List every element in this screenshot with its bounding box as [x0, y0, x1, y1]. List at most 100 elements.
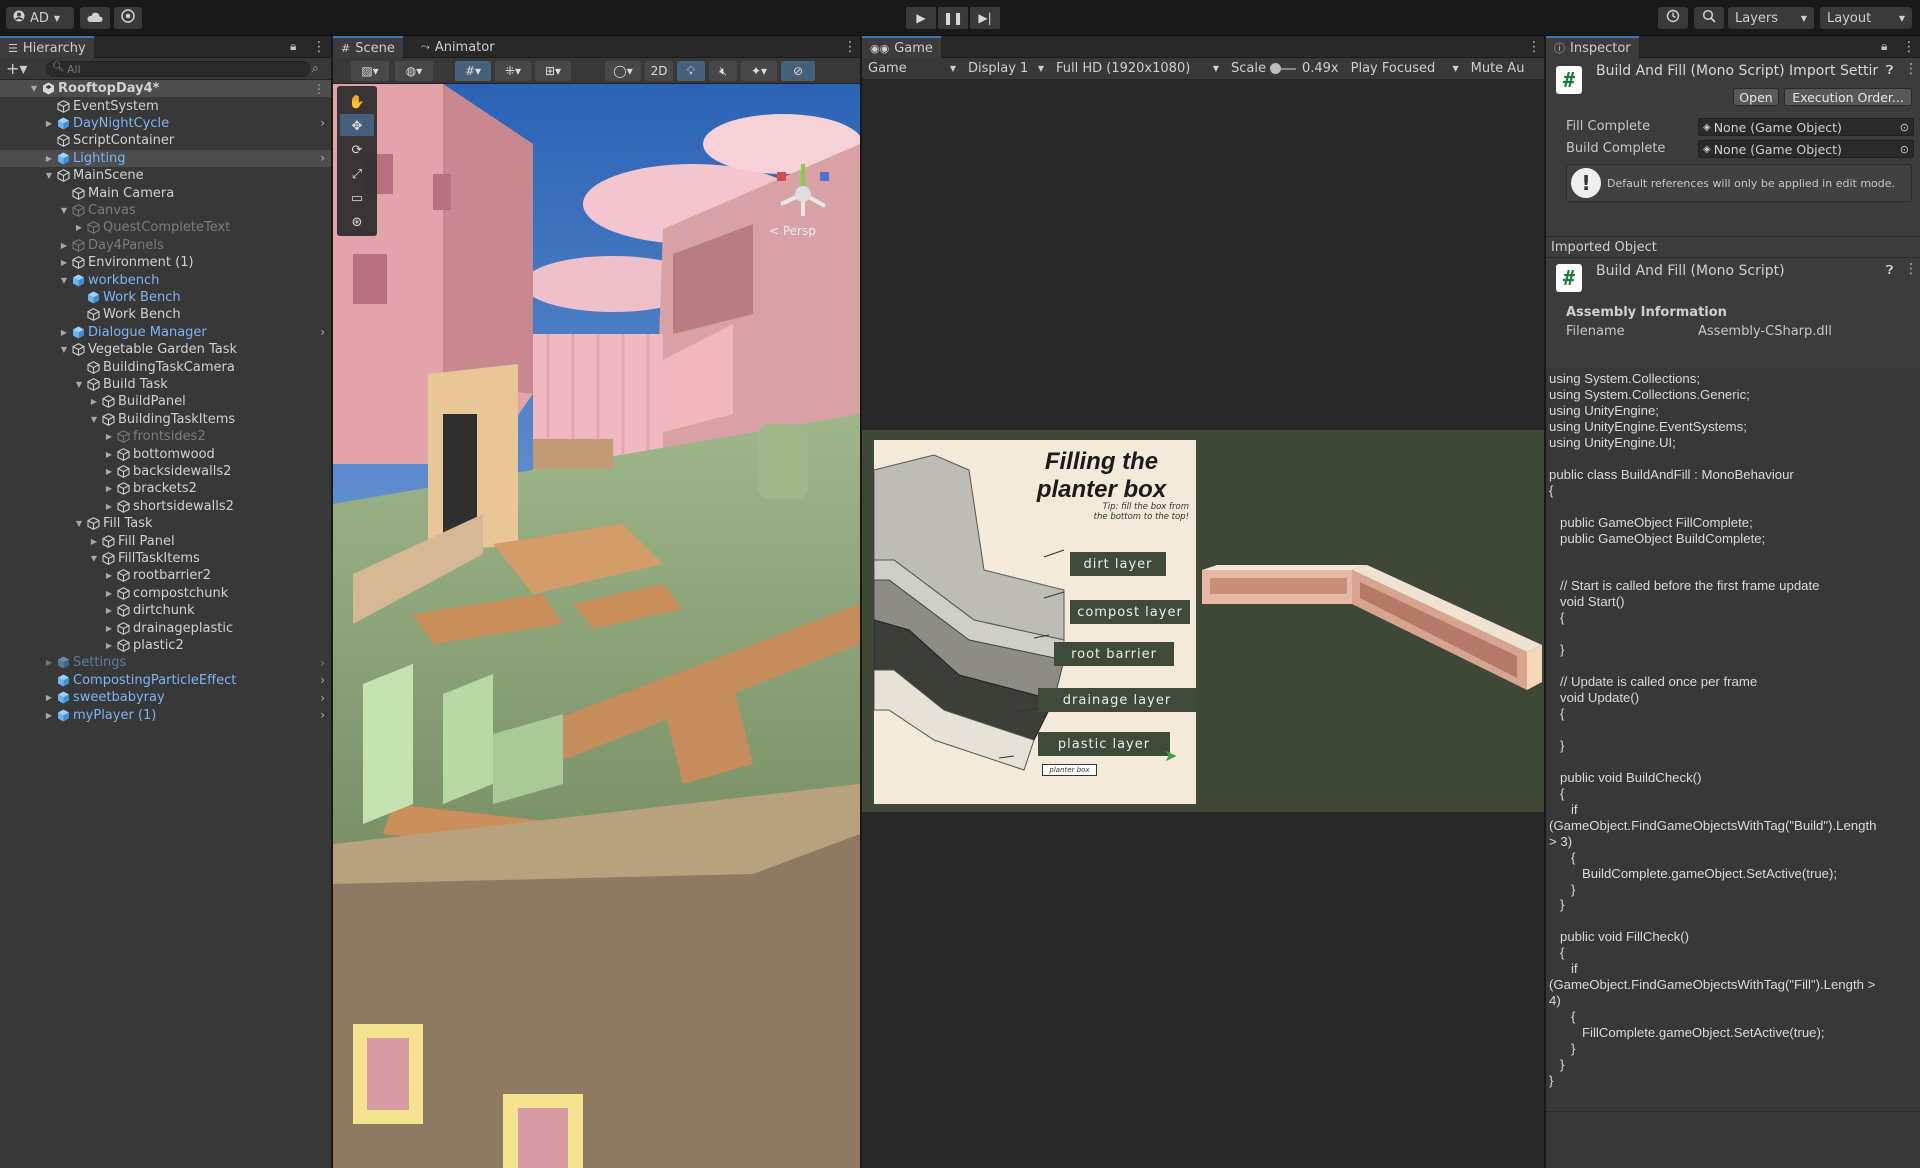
expand-right-icon[interactable]: ▶: [103, 432, 115, 441]
open-prefab-chevron-icon[interactable]: ›: [320, 708, 325, 722]
hierarchy-row[interactable]: EventSystem: [0, 97, 331, 114]
expand-right-icon[interactable]: ▶: [58, 258, 70, 267]
expand-right-icon[interactable]: ▶: [88, 537, 100, 546]
hierarchy-row[interactable]: ▶ Fill Panel: [0, 532, 331, 549]
hierarchy-row[interactable]: Work Bench: [0, 306, 331, 323]
scene-viewport[interactable]: ✋ ✥ ⟳ ⤢ ▭ ⊛: [333, 84, 860, 1168]
object-picker-icon[interactable]: ⊙: [1900, 143, 1909, 156]
more-menu-icon[interactable]: ⋮: [843, 39, 857, 55]
expand-down-icon[interactable]: ▼: [58, 206, 70, 215]
hierarchy-row[interactable]: ▼ FillTaskItems: [0, 550, 331, 567]
planter-box-model[interactable]: [1202, 550, 1544, 700]
hierarchy-row[interactable]: ▶ drainageplastic: [0, 619, 331, 636]
filter-icon[interactable]: ⌕: [312, 61, 319, 76]
open-prefab-chevron-icon[interactable]: ›: [320, 691, 325, 705]
step-button[interactable]: ▶|: [970, 7, 1000, 29]
execution-order-button[interactable]: Execution Order...: [1784, 88, 1912, 106]
collab-button[interactable]: [114, 7, 142, 29]
expand-right-icon[interactable]: ▶: [103, 450, 115, 459]
hierarchy-row[interactable]: ▼ MainScene: [0, 167, 331, 184]
expand-right-icon[interactable]: ▶: [103, 589, 115, 598]
game-render[interactable]: Filling the planter box Tip: fill the bo…: [862, 430, 1544, 812]
hierarchy-row[interactable]: ▶ brackets2: [0, 480, 331, 497]
open-prefab-chevron-icon[interactable]: ›: [320, 151, 325, 165]
game-view-dropdown[interactable]: Game ▼: [862, 61, 962, 76]
expand-right-icon[interactable]: ▶: [103, 571, 115, 580]
open-prefab-chevron-icon[interactable]: ›: [320, 673, 325, 687]
layers-dropdown[interactable]: Layers ▼: [1728, 7, 1814, 29]
audio-toggle[interactable]: 🔇︎: [709, 61, 737, 81]
layer-button[interactable]: plastic layer: [1038, 732, 1170, 756]
create-plus-icon[interactable]: +▾: [6, 59, 27, 78]
scale-slider[interactable]: [1269, 62, 1296, 74]
hierarchy-row[interactable]: ▼ Fill Task: [0, 515, 331, 532]
hierarchy-row[interactable]: ▼ BuildingTaskItems: [0, 411, 331, 428]
hierarchy-row[interactable]: ▶ Day4Panels: [0, 237, 331, 254]
expand-right-icon[interactable]: ▶: [43, 119, 55, 128]
visibility-toggle[interactable]: ⊘: [781, 61, 815, 81]
hierarchy-row[interactable]: CompostingParticleEffect ›: [0, 672, 331, 689]
hierarchy-row[interactable]: ▶ Lighting ›: [0, 149, 331, 167]
hierarchy-row[interactable]: BuildingTaskCamera: [0, 358, 331, 375]
hierarchy-row[interactable]: ▶ rootbarrier2: [0, 567, 331, 584]
more-menu-icon[interactable]: ⋮: [313, 82, 325, 96]
expand-down-icon[interactable]: ▼: [58, 276, 70, 285]
display-dropdown[interactable]: Display 1 ▼: [962, 61, 1050, 76]
draw-mode-dropdown[interactable]: ▨▾: [351, 61, 389, 81]
expand-down-icon[interactable]: ▼: [58, 345, 70, 354]
layer-button[interactable]: dirt layer: [1070, 552, 1166, 576]
expand-right-icon[interactable]: ▶: [103, 641, 115, 650]
global-local-dropdown[interactable]: ◍▾: [395, 61, 433, 81]
expand-right-icon[interactable]: ▶: [43, 658, 55, 667]
layout-dropdown[interactable]: Layout ▼: [1820, 7, 1912, 29]
layer-button[interactable]: drainage layer: [1038, 688, 1196, 712]
hierarchy-row[interactable]: Work Bench: [0, 289, 331, 306]
search-button[interactable]: [1694, 7, 1724, 29]
resolution-dropdown[interactable]: Full HD (1920x1080) ▼: [1050, 61, 1225, 76]
play-button[interactable]: ▶: [906, 7, 936, 29]
expand-down-icon[interactable]: ▼: [88, 415, 100, 424]
toggle-2d-button[interactable]: 2D: [645, 61, 673, 81]
hierarchy-row[interactable]: ▶ QuestCompleteText: [0, 219, 331, 236]
hierarchy-row[interactable]: ▶ Environment (1): [0, 254, 331, 271]
effects-dropdown[interactable]: ✦▾: [741, 61, 777, 81]
more-menu-icon[interactable]: ⋮: [1904, 261, 1918, 277]
expand-right-icon[interactable]: ▶: [103, 606, 115, 615]
mute-audio-toggle[interactable]: Mute Au: [1465, 61, 1531, 76]
expand-right-icon[interactable]: ▶: [43, 711, 55, 720]
hierarchy-row[interactable]: ▶ Dialogue Manager ›: [0, 324, 331, 341]
help-icon[interactable]: ❓︎: [1886, 263, 1893, 278]
layer-button[interactable]: compost layer: [1070, 600, 1190, 624]
tab-animator[interactable]: ⤳ Animator: [413, 36, 503, 58]
open-prefab-chevron-icon[interactable]: ›: [320, 325, 325, 339]
expand-right-icon[interactable]: ▶: [103, 484, 115, 493]
expand-right-icon[interactable]: ▶: [43, 693, 55, 702]
history-button[interactable]: [1658, 7, 1688, 29]
help-icon[interactable]: ❓︎: [1886, 63, 1893, 78]
expand-right-icon[interactable]: ▶: [88, 397, 100, 406]
hierarchy-row[interactable]: ▼ Build Task: [0, 376, 331, 393]
perspective-label[interactable]: < Persp: [769, 224, 816, 238]
increment-snap-button[interactable]: ⁜▾: [495, 61, 531, 81]
more-menu-icon[interactable]: ⋮: [1527, 39, 1541, 55]
hierarchy-row[interactable]: Main Camera: [0, 184, 331, 201]
tab-hierarchy[interactable]: ☰ Hierarchy: [0, 36, 94, 58]
grid-snap-button[interactable]: #▾: [455, 61, 491, 81]
expand-right-icon[interactable]: ▶: [103, 467, 115, 476]
cloud-button[interactable]: [80, 7, 110, 29]
account-button[interactable]: AD ▼: [6, 7, 74, 29]
expand-down-icon[interactable]: ▼: [73, 380, 85, 389]
more-menu-icon[interactable]: ⋮: [1904, 61, 1918, 77]
open-prefab-chevron-icon[interactable]: ›: [320, 116, 325, 130]
hierarchy-row[interactable]: ▶ bottomwood: [0, 445, 331, 462]
layer-button[interactable]: root barrier: [1054, 642, 1174, 666]
hierarchy-row[interactable]: ▶ plastic2: [0, 637, 331, 654]
hierarchy-row[interactable]: ▶ sweetbabyray ›: [0, 689, 331, 706]
shading-dropdown[interactable]: ◯▾: [605, 61, 641, 81]
hierarchy-row[interactable]: ▶ backsidewalls2: [0, 463, 331, 480]
hierarchy-row[interactable]: ScriptContainer: [0, 132, 331, 149]
lighting-toggle[interactable]: 💡︎: [677, 61, 705, 81]
hierarchy-row[interactable]: ▶ dirtchunk: [0, 602, 331, 619]
expand-down-icon[interactable]: ▼: [73, 519, 85, 528]
hierarchy-row[interactable]: ▼ Canvas: [0, 202, 331, 219]
